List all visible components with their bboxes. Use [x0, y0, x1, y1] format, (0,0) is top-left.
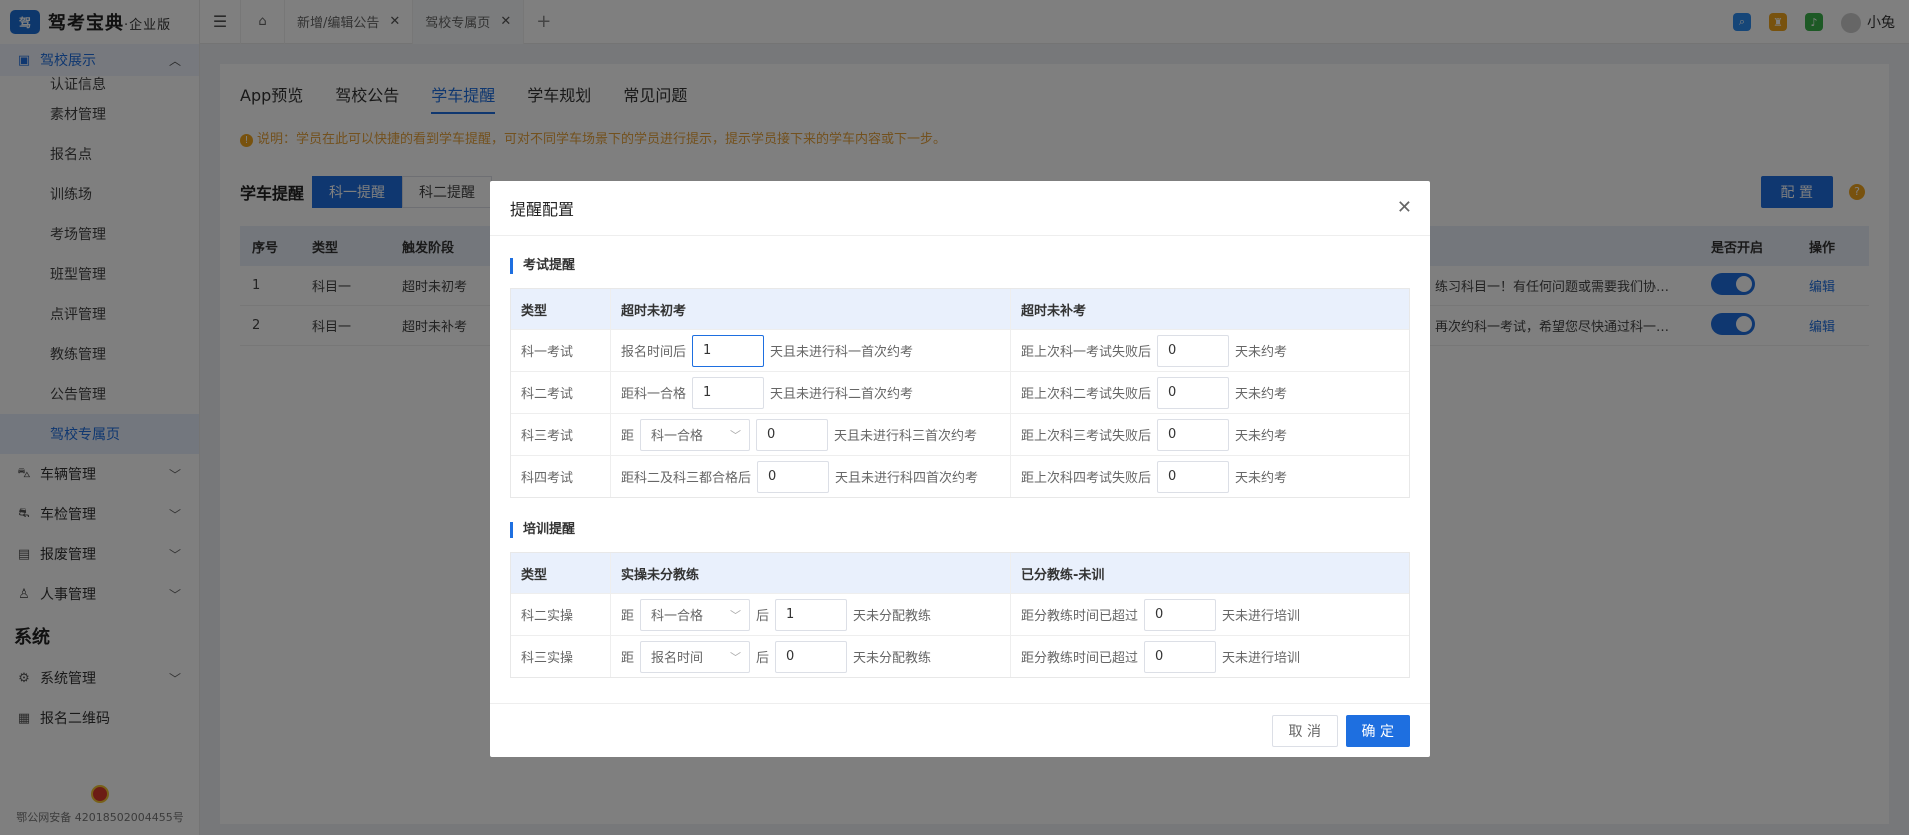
k4-retake-days-input[interactable] [1157, 460, 1230, 493]
confirm-button[interactable]: 确 定 [1345, 715, 1410, 747]
k3-retake-days-input[interactable] [1157, 418, 1230, 451]
k4-first-exam-days-input[interactable] [757, 460, 830, 493]
table-row: 科三实操 距 报名时间﹀ 后 天未分配教练 距分教练时间已超过 天未进行培训 [511, 635, 1409, 677]
k2-unassigned-days-input[interactable] [775, 598, 848, 631]
dialog-footer: 取 消 确 定 [490, 703, 1430, 757]
table-header: 类型 超时未初考 超时未补考 [511, 289, 1409, 329]
k3-practice-base-select[interactable]: 报名时间 ﹀ [640, 640, 751, 673]
training-reminder-title: 培训提醒 [510, 522, 1410, 538]
chevron-down-icon: ﹀ [730, 428, 742, 442]
dialog-body: 考试提醒 类型 超时未初考 超时未补考 科一考试 报名时间后 天且未进行科一首次… [490, 258, 1430, 678]
k2-first-exam-days-input[interactable] [692, 376, 765, 409]
k2-untrained-days-input[interactable] [1144, 598, 1217, 631]
exam-reminder-title: 考试提醒 [510, 258, 1410, 274]
k1-first-exam-days-input[interactable] [692, 334, 765, 367]
cancel-button[interactable]: 取 消 [1271, 715, 1338, 747]
k2-practice-base-select[interactable]: 科一合格 ﹀ [640, 598, 751, 631]
close-icon[interactable]: ✕ [1397, 197, 1412, 218]
k3-first-exam-days-input[interactable] [756, 418, 829, 451]
k3-base-event-select[interactable]: 科一合格 ﹀ [640, 418, 751, 451]
k2-retake-days-input[interactable] [1157, 376, 1230, 409]
table-row: 科三考试 距 科一合格﹀ 天且未进行科三首次约考 距上次科三考试失败后 天未约考 [511, 413, 1409, 455]
table-row: 科四考试 距科二及科三都合格后 天且未进行科四首次约考 距上次科四考试失败后 天… [511, 455, 1409, 497]
table-header: 类型 实操未分教练 已分教练-未训 [511, 553, 1409, 593]
reminder-config-dialog: 提醒配置 ✕ 考试提醒 类型 超时未初考 超时未补考 科一考试 报名时间后 天且… [490, 181, 1430, 757]
chevron-down-icon: ﹀ [730, 608, 742, 622]
dialog-title: 提醒配置 [510, 200, 575, 219]
exam-reminder-table: 类型 超时未初考 超时未补考 科一考试 报名时间后 天且未进行科一首次约考 距上… [510, 288, 1410, 498]
k1-retake-days-input[interactable] [1157, 334, 1230, 367]
training-reminder-table: 类型 实操未分教练 已分教练-未训 科二实操 距 科一合格﹀ 后 天未分配教练 … [510, 552, 1410, 678]
k3-unassigned-days-input[interactable] [775, 640, 848, 673]
table-row: 科一考试 报名时间后 天且未进行科一首次约考 距上次科一考试失败后 天未约考 [511, 329, 1409, 371]
dialog-header: 提醒配置 ✕ [490, 181, 1430, 236]
k3-untrained-days-input[interactable] [1144, 640, 1217, 673]
chevron-down-icon: ﹀ [730, 650, 742, 664]
table-row: 科二考试 距科一合格 天且未进行科二首次约考 距上次科二考试失败后 天未约考 [511, 371, 1409, 413]
table-row: 科二实操 距 科一合格﹀ 后 天未分配教练 距分教练时间已超过 天未进行培训 [511, 593, 1409, 635]
